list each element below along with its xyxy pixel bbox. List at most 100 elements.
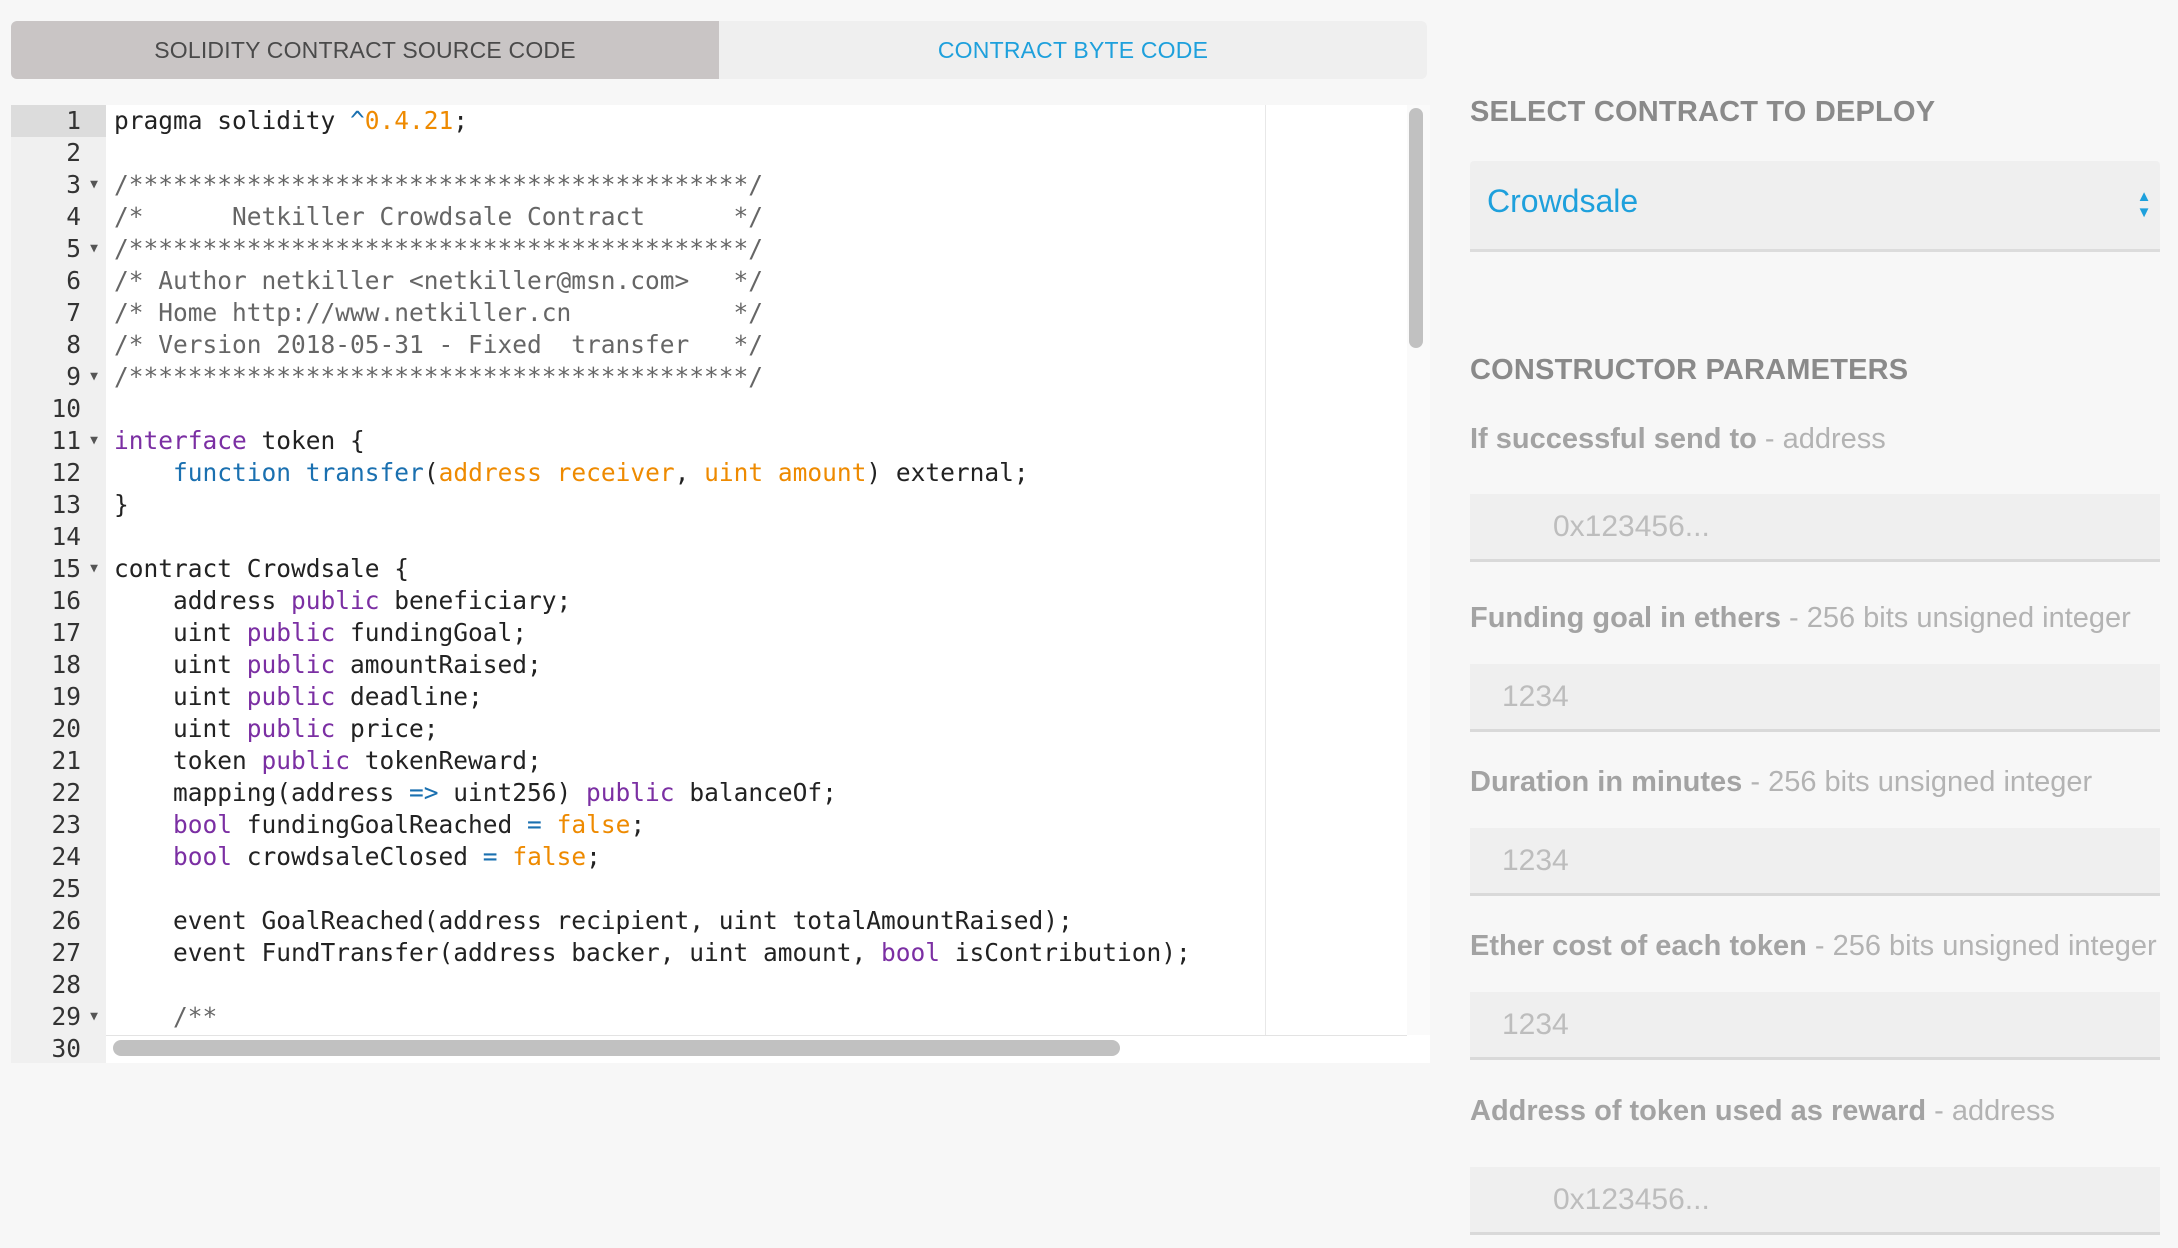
code-token: /***************************************… xyxy=(114,170,764,199)
param-type: - address xyxy=(1756,423,1886,455)
param-name: Address of token used as reward xyxy=(1470,1095,1927,1127)
code-token: false xyxy=(556,810,631,839)
code-token: bool xyxy=(173,810,233,839)
code-token: beneficiary; xyxy=(379,586,572,615)
line-number-text: 9 xyxy=(66,362,81,391)
code-token: /* Version 2018-05-31 - Fixed transfer *… xyxy=(114,330,764,359)
code-token: function xyxy=(173,458,292,487)
line-number: 3 ▼ xyxy=(11,169,106,201)
param-name: Funding goal in ethers xyxy=(1470,602,1781,634)
code-token: uint256) xyxy=(438,778,587,807)
code-line: /* Home http://www.netkiller.cn */ xyxy=(114,297,763,329)
code-line: event GoalReached(address recipient, uin… xyxy=(114,905,1073,937)
line-number-text: 14 xyxy=(51,522,81,551)
editor-tabs: SOLIDITY CONTRACT SOURCE CODE CONTRACT B… xyxy=(11,21,1427,79)
param-label: Address of token used as reward - addres… xyxy=(1470,1095,2055,1128)
line-number: 14 xyxy=(11,521,106,553)
line-number: 9 ▼ xyxy=(11,361,106,393)
tab-solidity-source[interactable]: SOLIDITY CONTRACT SOURCE CODE xyxy=(11,21,719,79)
code-token: contract Crowdsale { xyxy=(114,554,410,583)
code-line: function transfer(address receiver, uint… xyxy=(114,457,1029,489)
param-input[interactable] xyxy=(1470,828,2160,896)
code-token: token { xyxy=(246,426,365,455)
param-name: If successful send to xyxy=(1470,423,1757,455)
code-token: public xyxy=(246,682,336,711)
line-number-text: 24 xyxy=(51,842,81,871)
line-number-gutter: 1 2 3 ▼ 4 5 ▼ 6 7 8 9 ▼ 10 11 ▼ 12 13 14 15 ▼ 16 17 18 19 20 21 22… xyxy=(11,105,106,1063)
code-token: price; xyxy=(335,714,439,743)
fold-toggle-icon[interactable]: ▼ xyxy=(90,361,98,393)
param-input[interactable] xyxy=(1470,494,2160,562)
line-number-text: 28 xyxy=(51,970,81,999)
param-input[interactable] xyxy=(1470,992,2160,1060)
line-number-text: 26 xyxy=(51,906,81,935)
code-token: ; xyxy=(586,842,601,871)
line-number-text: 30 xyxy=(51,1034,81,1063)
code-line: /***************************************… xyxy=(114,169,763,201)
line-number: 11 ▼ xyxy=(11,425,106,457)
fold-toggle-icon[interactable]: ▼ xyxy=(90,233,98,265)
code-token: address xyxy=(114,586,292,615)
param-input[interactable] xyxy=(1470,1167,2160,1235)
line-number-text: 22 xyxy=(51,778,81,807)
tab-contract-bytecode[interactable]: CONTRACT BYTE CODE xyxy=(719,21,1427,79)
line-number: 15 ▼ xyxy=(11,553,106,585)
code-editor[interactable]: 1 2 3 ▼ 4 5 ▼ 6 7 8 9 ▼ 10 11 ▼ 12 13 14 15 ▼ 16 17 18 19 20 21 22… xyxy=(11,105,1430,1063)
code-token: false xyxy=(512,842,587,871)
line-number: 6 xyxy=(11,265,106,297)
fold-toggle-icon[interactable]: ▼ xyxy=(90,169,98,201)
line-number-text: 2 xyxy=(66,138,81,167)
param-label: Funding goal in ethers - 256 bits unsign… xyxy=(1470,602,2131,635)
code-line: } xyxy=(114,489,129,521)
line-number: 7 xyxy=(11,297,106,329)
line-number-text: 10 xyxy=(51,394,81,423)
contract-select[interactable]: Crowdsale ▲ ▼ xyxy=(1470,161,2160,252)
code-token: public xyxy=(246,650,336,679)
code-token: uint xyxy=(114,714,247,743)
param-input[interactable] xyxy=(1470,664,2160,732)
code-token: , xyxy=(674,458,705,487)
line-number: 25 xyxy=(11,873,106,905)
line-number: 23 xyxy=(11,809,106,841)
line-number-text: 1 xyxy=(66,106,81,135)
fold-toggle-icon[interactable]: ▼ xyxy=(90,425,98,457)
fold-toggle-icon[interactable]: ▼ xyxy=(90,553,98,585)
code-token: = xyxy=(527,810,542,839)
code-token: /***************************************… xyxy=(114,234,764,263)
vertical-scrollbar-thumb[interactable] xyxy=(1409,108,1423,348)
fold-toggle-icon[interactable]: ▼ xyxy=(90,1001,98,1033)
line-number: 18 xyxy=(11,649,106,681)
code-token: event GoalReached(address recipient, uin… xyxy=(114,906,1073,935)
line-number: 24 xyxy=(11,841,106,873)
line-number-text: 3 xyxy=(66,170,81,199)
print-margin xyxy=(1265,105,1266,1035)
param-label: Ether cost of each token - 256 bits unsi… xyxy=(1470,930,2157,963)
line-number-text: 29 xyxy=(51,1002,81,1031)
code-token: 0.4.21 xyxy=(364,106,454,135)
line-number: 4 xyxy=(11,201,106,233)
line-number-text: 4 xyxy=(66,202,81,231)
select-arrows-icon: ▲ ▼ xyxy=(2136,188,2152,221)
code-token: mapping(address xyxy=(114,778,410,807)
contract-select-value: Crowdsale xyxy=(1487,183,1639,219)
code-token: ; xyxy=(453,106,469,135)
code-line: uint public price; xyxy=(114,713,439,745)
code-token: /* Home http://www.netkiller.cn */ xyxy=(114,298,764,327)
code-content[interactable]: pragma solidity ^0.4.21; /***************… xyxy=(114,105,1430,1063)
line-number: 21 xyxy=(11,745,106,777)
code-token: isContribution); xyxy=(940,938,1191,967)
code-line: bool fundingGoalReached = false; xyxy=(114,809,645,841)
horizontal-scrollbar-thumb[interactable] xyxy=(113,1040,1120,1056)
deploy-heading: SELECT CONTRACT TO DEPLOY xyxy=(1470,96,1936,128)
code-token: uint xyxy=(114,618,247,647)
param-type: - 256 bits unsigned integer xyxy=(1742,766,2093,798)
code-line: contract Crowdsale { xyxy=(114,553,409,585)
line-number-text: 20 xyxy=(51,714,81,743)
code-line: interface token { xyxy=(114,425,365,457)
param-label: Duration in minutes - 256 bits unsigned … xyxy=(1470,766,2092,799)
line-number-text: 7 xyxy=(66,298,81,327)
code-token: bool xyxy=(881,938,941,967)
